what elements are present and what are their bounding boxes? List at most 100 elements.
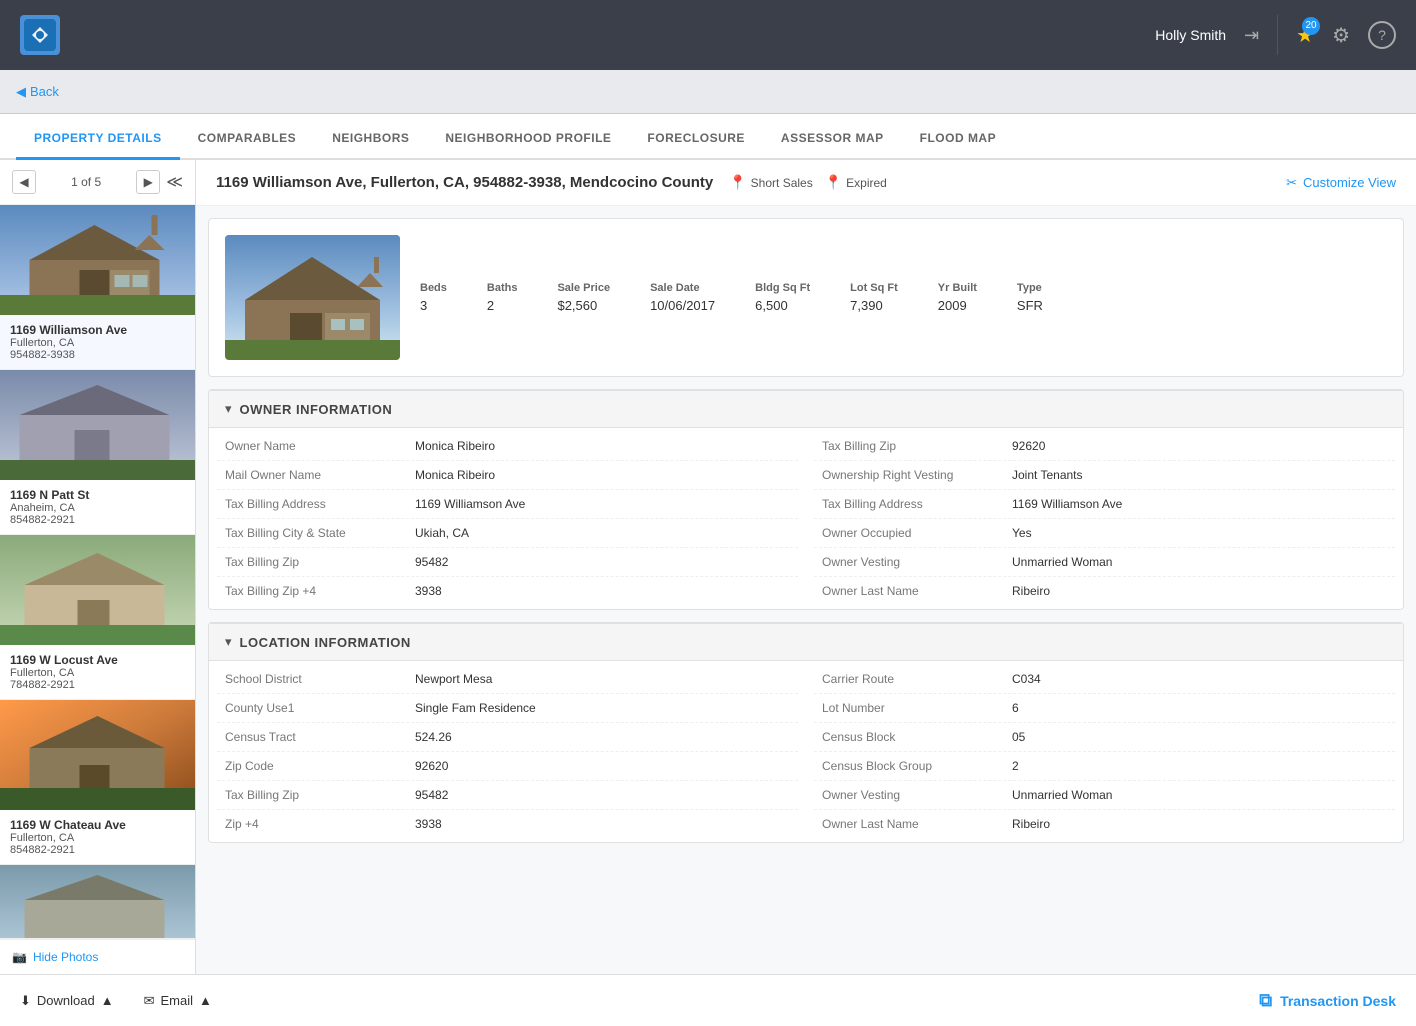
value-lot-number: 6 (1012, 701, 1019, 715)
tag-expired: 📍 Expired (825, 174, 887, 191)
logo (20, 15, 60, 55)
table-row: Tax Billing Zip +4 3938 (217, 577, 798, 605)
stat-sale-price: Sale Price $2,560 (557, 282, 610, 313)
value-owner-vesting-r: Unmarried Woman (1012, 555, 1112, 569)
customize-icon: ✂ (1286, 175, 1297, 191)
property-city-2: Anaheim, CA 854882-2921 (10, 502, 185, 526)
table-row: Zip +4 3938 (217, 810, 798, 838)
owner-section-title: OWNER INFORMATION (240, 402, 393, 417)
back-label: Back (30, 84, 59, 99)
location-info-grid: School District Newport Mesa County Use1… (209, 661, 1403, 842)
chevron-down-icon-location: ▾ (225, 634, 232, 650)
table-row: Census Tract 524.26 (217, 723, 798, 752)
label-owner-last-name-loc: Owner Last Name (822, 817, 1012, 831)
label-carrier-route: Carrier Route (822, 672, 1012, 686)
user-name: Holly Smith (1155, 27, 1226, 43)
property-stats: Beds 3 Baths 2 Sale Price $2,560 Sale Da… (420, 282, 1043, 313)
label-county-use1: County Use1 (225, 701, 415, 715)
property-tags: 📍 Short Sales 📍 Expired (729, 174, 887, 191)
property-image-3 (0, 535, 195, 645)
location-left-col: School District Newport Mesa County Use1… (209, 665, 806, 838)
transaction-desk-button[interactable]: ⧉ Transaction Desk (1259, 990, 1396, 1011)
settings-button[interactable]: ⚙ (1332, 23, 1350, 48)
download-chevron-icon: ▲ (101, 993, 114, 1008)
customize-view-button[interactable]: ✂ Customize View (1286, 175, 1396, 191)
collapse-sidebar-button[interactable]: ≪ (166, 172, 183, 192)
list-item[interactable]: 1169 N Patt St Anaheim, CA 854882-2921 (0, 370, 195, 535)
pin-icon-expired: 📍 (825, 174, 842, 191)
table-row: Lot Number 6 (814, 694, 1395, 723)
label-ownership-right-vesting: Ownership Right Vesting (822, 468, 1012, 482)
tag-short-sales: 📍 Short Sales (729, 174, 812, 191)
stat-lot-sq-ft: Lot Sq Ft 7,390 (850, 282, 898, 313)
property-info-2: 1169 N Patt St Anaheim, CA 854882-2921 (0, 480, 195, 534)
label-owner-vesting-loc: Owner Vesting (822, 788, 1012, 802)
help-button[interactable]: ? (1368, 21, 1396, 49)
hide-photos-button[interactable]: 📷 Hide Photos (0, 939, 195, 974)
prev-property-button[interactable]: ◀ (12, 170, 36, 194)
tab-neighborhood-profile[interactable]: Neighborhood Profile (427, 119, 629, 160)
tab-foreclosure[interactable]: Foreclosure (629, 119, 763, 160)
label-owner-last-name-r: Owner Last Name (822, 584, 1012, 598)
table-row: Zip Code 92620 (217, 752, 798, 781)
table-row: Owner Vesting Unmarried Woman (814, 548, 1395, 577)
value-zip-plus4-loc: 3938 (415, 817, 442, 831)
value-owner-name: Monica Ribeiro (415, 439, 495, 453)
stat-baths: Baths 2 (487, 282, 518, 313)
property-city-3: Fullerton, CA 784882-2921 (10, 667, 185, 691)
email-button[interactable]: ✉ Email ▲ (144, 993, 212, 1009)
location-section-header[interactable]: ▾ LOCATION INFORMATION (209, 623, 1403, 661)
list-item[interactable]: 1169 W Locust Ave Fullerton, CA 784882-2… (0, 535, 195, 700)
logout-button[interactable]: ⇥ (1244, 25, 1259, 46)
download-icon: ⬇ (20, 993, 31, 1009)
download-button[interactable]: ⬇ Download ▲ (20, 993, 114, 1009)
owner-section-header[interactable]: ▾ OWNER INFORMATION (209, 390, 1403, 428)
stat-bldg-sq-ft: Bldg Sq Ft 6,500 (755, 282, 810, 313)
back-button[interactable]: ◀ Back (16, 84, 59, 100)
property-city-4: Fullerton, CA 854882-2921 (10, 832, 185, 856)
table-row: Owner Occupied Yes (814, 519, 1395, 548)
content-area: 1169 Williamson Ave, Fullerton, CA, 9548… (196, 160, 1416, 974)
label-school-district: School District (225, 672, 415, 686)
tab-neighbors[interactable]: Neighbors (314, 119, 427, 160)
transaction-desk-icon: ⧉ (1259, 990, 1272, 1011)
top-nav: Holly Smith ⇥ ★ 20 ⚙ ? (0, 0, 1416, 70)
value-tax-billing-zip-r: 92620 (1012, 439, 1045, 453)
nav-divider (1277, 15, 1278, 55)
tab-comparables[interactable]: Comparables (180, 119, 315, 160)
label-tax-billing-city-state: Tax Billing City & State (225, 526, 415, 540)
list-item[interactable] (0, 865, 195, 939)
stat-sale-date: Sale Date 10/06/2017 (650, 282, 715, 313)
nav-count: 1 of 5 (42, 175, 130, 189)
label-tax-billing-address-l: Tax Billing Address (225, 497, 415, 511)
next-property-button[interactable]: ▶ (136, 170, 160, 194)
bottom-bar: ⬇ Download ▲ ✉ Email ▲ ⧉ Transaction Des… (0, 974, 1416, 1026)
tab-property-details[interactable]: Property Details (16, 119, 180, 160)
camera-icon: 📷 (12, 950, 27, 964)
property-image-4 (0, 700, 195, 810)
value-tax-billing-city-state: Ukiah, CA (415, 526, 469, 540)
address-wrap: 1169 Williamson Ave, Fullerton, CA, 9548… (216, 174, 887, 191)
main-layout: ◀ 1 of 5 ▶ ≪ (0, 160, 1416, 974)
value-tax-billing-zip-loc: 95482 (415, 788, 448, 802)
property-city-1: Fullerton, CA 954882-3938 (10, 337, 185, 361)
value-owner-occupied: Yes (1012, 526, 1032, 540)
favorites-badge: 20 (1302, 17, 1320, 35)
list-item[interactable]: 1169 W Chateau Ave Fullerton, CA 854882-… (0, 700, 195, 865)
value-tax-billing-zip-plus4: 3938 (415, 584, 442, 598)
value-owner-last-name-loc: Ribeiro (1012, 817, 1050, 831)
property-image-5 (0, 865, 195, 939)
list-item[interactable]: 1169 Williamson Ave Fullerton, CA 954882… (0, 205, 195, 370)
value-mail-owner-name: Monica Ribeiro (415, 468, 495, 482)
tab-assessor-map[interactable]: Assessor Map (763, 119, 902, 160)
favorites-button[interactable]: ★ 20 (1296, 23, 1314, 48)
value-tax-billing-address-l: 1169 Williamson Ave (415, 497, 525, 511)
table-row: Census Block 05 (814, 723, 1395, 752)
label-owner-vesting-r: Owner Vesting (822, 555, 1012, 569)
label-tax-billing-zip-loc: Tax Billing Zip (225, 788, 415, 802)
email-icon: ✉ (144, 993, 155, 1009)
property-info-1: 1169 Williamson Ave Fullerton, CA 954882… (0, 315, 195, 369)
value-school-district: Newport Mesa (415, 672, 492, 686)
label-tax-billing-zip-r: Tax Billing Zip (822, 439, 1012, 453)
tab-flood-map[interactable]: Flood Map (902, 119, 1015, 160)
